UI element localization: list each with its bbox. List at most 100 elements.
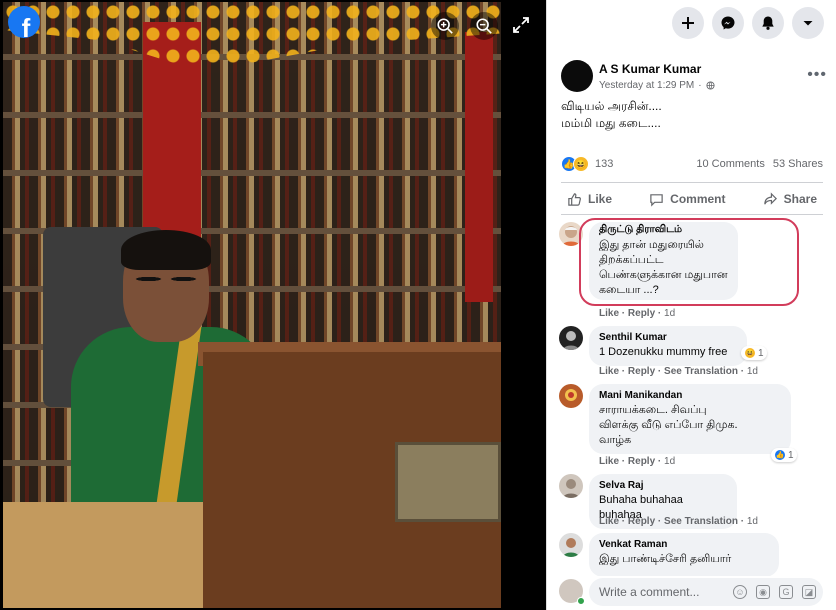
- comment-like-link[interactable]: Like: [599, 366, 619, 377]
- portrait-icon: [563, 538, 579, 557]
- divider: [561, 214, 823, 215]
- zoom-in-icon: [437, 18, 453, 34]
- comment-item: Selva Raj Buhaha buhahaa buhahaa Like · …: [559, 474, 829, 529]
- comment-composer: ☺ ◉ G ◪: [547, 576, 836, 610]
- create-button[interactable]: [672, 7, 704, 39]
- photo-viewer: f: [0, 0, 546, 610]
- comment-reply-link[interactable]: Reply: [628, 456, 655, 467]
- notifications-button[interactable]: [752, 7, 784, 39]
- comment-reactions[interactable]: 😆 1: [741, 346, 767, 360]
- comment-reply-link[interactable]: Reply: [628, 366, 655, 377]
- comment-item: Mani Manikandan சாராயக்கடை. சிவப்பு விளக…: [559, 384, 829, 468]
- post-meta: Yesterday at 1:29 PM ·: [599, 80, 715, 91]
- portrait-icon: [563, 479, 579, 498]
- comment-actions: Like · Reply · 1d: [599, 456, 676, 467]
- see-translation-link[interactable]: See Translation: [664, 516, 738, 527]
- comment-item: Senthil Kumar 1 Dozenukku mummy free 😆 1…: [559, 326, 829, 378]
- more-options-icon[interactable]: •••: [807, 66, 827, 84]
- commenter-avatar[interactable]: [559, 326, 583, 350]
- comment-item: திருட்டு திராவிடம் இது தான் மதுரையில் தி…: [559, 218, 829, 320]
- zoom-out-icon: [476, 18, 492, 34]
- post-header: A S Kumar Kumar Yesterday at 1:29 PM · •…: [561, 60, 827, 96]
- commenter-avatar[interactable]: [559, 474, 583, 498]
- sunglasses: [131, 270, 201, 288]
- comment-reply-link[interactable]: Reply: [628, 308, 655, 319]
- portrait-icon: [563, 331, 579, 350]
- commenter-avatar[interactable]: [559, 533, 583, 557]
- messenger-button[interactable]: [712, 7, 744, 39]
- sticker-icon[interactable]: ◪: [802, 585, 816, 599]
- author-avatar[interactable]: [561, 60, 593, 92]
- commenter-name[interactable]: Venkat Raman: [599, 539, 769, 550]
- comment-label: Comment: [670, 192, 726, 206]
- messenger-icon: [721, 16, 735, 30]
- plus-icon: [682, 17, 694, 29]
- share-button[interactable]: Share: [757, 191, 823, 207]
- comment-actions: Like · Reply · See Translation · 1d: [599, 516, 758, 527]
- post-stats: 👍 😆 133 10 Comments 53 Shares: [561, 154, 823, 174]
- zoom-in-button[interactable]: [431, 12, 459, 40]
- comment-time[interactable]: 1d: [747, 366, 758, 377]
- reaction-count[interactable]: 133: [595, 158, 613, 170]
- share-label: Share: [783, 192, 817, 206]
- comment-text: சாராயக்கடை. சிவப்பு விளக்கு வீடு எப்போ த…: [599, 404, 738, 446]
- camera-icon[interactable]: ◉: [756, 585, 770, 599]
- commenter-avatar[interactable]: [559, 384, 583, 408]
- comment-text: இது பாண்டிச்சேரி தனியார்: [599, 553, 732, 565]
- haha-reaction-icon: 😆: [573, 156, 589, 172]
- comment-button[interactable]: Comment: [643, 192, 731, 207]
- commenter-name[interactable]: Senthil Kumar: [599, 332, 737, 343]
- post-text: விடியல் அரசின்.... மம்மி மது கடை....: [561, 98, 662, 132]
- post-text-line: மம்மி மது கடை....: [561, 116, 661, 130]
- comment-time[interactable]: 1d: [664, 308, 675, 319]
- comment-reactions[interactable]: 👍 1: [771, 448, 797, 462]
- comment-actions: Like · Reply · 1d: [599, 308, 676, 319]
- action-bar: Like Comment Share: [561, 186, 823, 212]
- highlight-outline: [579, 218, 799, 306]
- display-box: [395, 442, 501, 522]
- zoom-out-button[interactable]: [470, 12, 498, 40]
- facebook-logo-icon[interactable]: f: [8, 6, 40, 38]
- wooden-cabinet: [3, 502, 203, 608]
- like-button[interactable]: Like: [561, 192, 618, 207]
- see-translation-link[interactable]: See Translation: [664, 366, 738, 377]
- meta-separator: ·: [698, 80, 702, 91]
- post-text-line: விடியல் அரசின்....: [561, 99, 662, 113]
- share-count[interactable]: 53 Shares: [773, 158, 823, 170]
- comment-like-link[interactable]: Like: [599, 456, 619, 467]
- commenter-name[interactable]: Mani Manikandan: [599, 390, 781, 401]
- composer-tools: ☺ ◉ G ◪: [733, 585, 816, 599]
- globe-icon: [706, 81, 715, 90]
- comment-like-link[interactable]: Like: [599, 308, 619, 319]
- author-name[interactable]: A S Kumar Kumar: [599, 62, 701, 76]
- comment-reaction-count: 1: [788, 449, 794, 461]
- thumbs-up-icon: [568, 192, 581, 206]
- emoji-icon[interactable]: ☺: [733, 585, 747, 599]
- account-menu-button[interactable]: [792, 7, 824, 39]
- comment-icon: [650, 193, 663, 207]
- like-label: Like: [588, 192, 613, 206]
- top-bar: [547, 0, 836, 46]
- comment-bubble: Venkat Raman இது பாண்டிச்சேரி தனியார்: [589, 533, 779, 577]
- bell-icon: [762, 16, 774, 30]
- post-panel: A S Kumar Kumar Yesterday at 1:29 PM · •…: [546, 0, 836, 610]
- like-reaction-icon: 👍: [774, 449, 786, 461]
- post-timestamp[interactable]: Yesterday at 1:29 PM: [599, 80, 694, 91]
- comment-item: Venkat Raman இது பாண்டிச்சேரி தனியார்: [559, 533, 829, 577]
- hair: [121, 230, 211, 270]
- comment-time[interactable]: 1d: [747, 516, 758, 527]
- comment-like-link[interactable]: Like: [599, 516, 619, 527]
- comment-reply-link[interactable]: Reply: [628, 516, 655, 527]
- online-status-dot: [577, 597, 585, 605]
- comment-bubble: Mani Manikandan சாராயக்கடை. சிவப்பு விளக…: [589, 384, 791, 454]
- haha-reaction-icon: 😆: [744, 347, 756, 359]
- comment-text: 1 Dozenukku mummy free: [599, 346, 728, 358]
- share-icon: [763, 191, 777, 205]
- commenter-name[interactable]: Selva Raj: [599, 480, 727, 491]
- comment-count[interactable]: 10 Comments: [696, 158, 764, 170]
- comment-time[interactable]: 1d: [664, 456, 675, 467]
- post-photo[interactable]: [3, 2, 501, 608]
- fullscreen-icon[interactable]: [511, 15, 531, 35]
- comment-actions: Like · Reply · See Translation · 1d: [599, 366, 758, 377]
- gif-icon[interactable]: G: [779, 585, 793, 599]
